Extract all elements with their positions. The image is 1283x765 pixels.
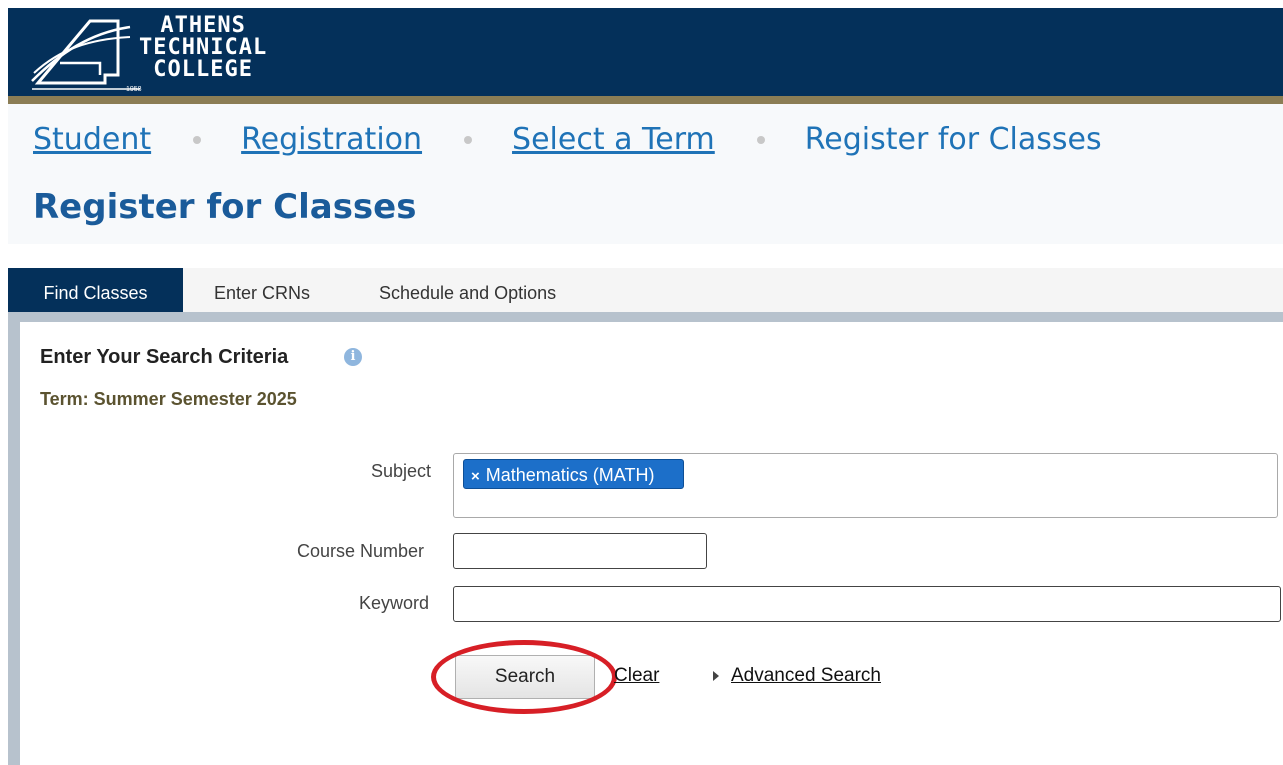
college-logo[interactable]: ATHENS TECHNICAL COLLEGE 1958 [30, 13, 266, 95]
course-number-input[interactable] [453, 533, 707, 569]
tab-underline [8, 312, 1283, 322]
breadcrumb-separator [756, 135, 765, 144]
breadcrumb-student[interactable]: Student [33, 122, 151, 157]
tab-find-classes[interactable]: Find Classes [8, 268, 183, 312]
breadcrumb: Student Registration Select a Term Regis… [33, 122, 1102, 157]
info-icon[interactable]: i [344, 348, 362, 366]
keyword-label: Keyword [359, 593, 430, 613]
course-number-label: Course Number [297, 541, 425, 561]
logo-emblem-icon [31, 19, 230, 90]
triangle-right-icon [713, 671, 719, 681]
breadcrumb-current: Register for Classes [804, 122, 1102, 157]
subject-chip[interactable]: × Mathematics (MATH) [463, 459, 684, 489]
clear-link[interactable]: Clear [614, 665, 659, 687]
header-accent-bar [8, 96, 1283, 104]
site-header: ATHENS TECHNICAL COLLEGE 1958 [8, 8, 1283, 96]
keyword-input[interactable] [453, 586, 1281, 622]
breadcrumb-separator [193, 135, 202, 144]
tab-bar: Find Classes Enter CRNs Schedule and Opt… [8, 268, 1283, 312]
logo-line-2: TECHNICAL [139, 35, 268, 60]
close-icon[interactable]: × [471, 468, 480, 485]
tab-enter-crns[interactable]: Enter CRNs [214, 268, 310, 312]
page-title: Register for Classes [33, 187, 417, 227]
logo-wordmark: ATHENS TECHNICAL COLLEGE [139, 15, 267, 81]
subject-chip-label: Mathematics (MATH) [485, 465, 655, 485]
logo-line-1: ATHENS [160, 13, 246, 38]
term-label: Term: Summer Semester 2025 [40, 389, 297, 409]
logo-year: 1958 [126, 86, 142, 93]
advanced-search-link[interactable]: Advanced Search [731, 665, 881, 687]
tab-schedule-options[interactable]: Schedule and Options [379, 268, 556, 312]
breadcrumb-select-term[interactable]: Select a Term [512, 122, 715, 157]
logo-line-3: COLLEGE [153, 57, 253, 82]
subject-label: Subject [371, 461, 432, 481]
search-button[interactable]: Search [455, 655, 595, 699]
search-criteria-heading: Enter Your Search Criteria [40, 346, 289, 368]
breadcrumb-registration[interactable]: Registration [241, 122, 422, 157]
breadcrumb-separator [464, 135, 473, 144]
